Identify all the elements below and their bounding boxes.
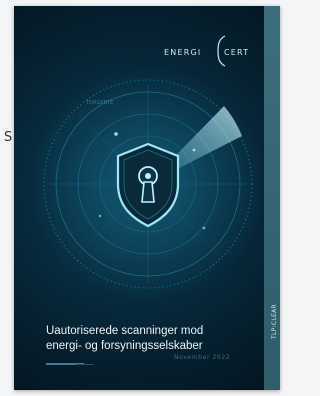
classification-strip: TLP:CLEAR (264, 6, 280, 390)
accent-line-secondary (76, 364, 94, 365)
page-edge-mark: S (4, 130, 13, 145)
report-date: November 2022 (174, 354, 231, 361)
radar-label: TORGENTE (85, 100, 113, 106)
title-line-2: energi- og forsyningsselskaber (46, 340, 203, 352)
radar-icon: TORGENTE (30, 66, 266, 302)
energicert-logo: ENERGI CERT (164, 34, 264, 68)
report-title: Uautoriserede scanninger mod energi- og … (46, 324, 246, 354)
title-line-1: Uautoriserede scanninger mod (46, 325, 204, 337)
tlp-label: TLP:CLEAR (271, 304, 278, 339)
logo-text-energi: ENERGI (164, 48, 202, 57)
report-cover: ENERGI CERT TORGENTE Uautoriserede scann… (14, 6, 280, 390)
logo-text-cert: CERT (224, 48, 250, 57)
